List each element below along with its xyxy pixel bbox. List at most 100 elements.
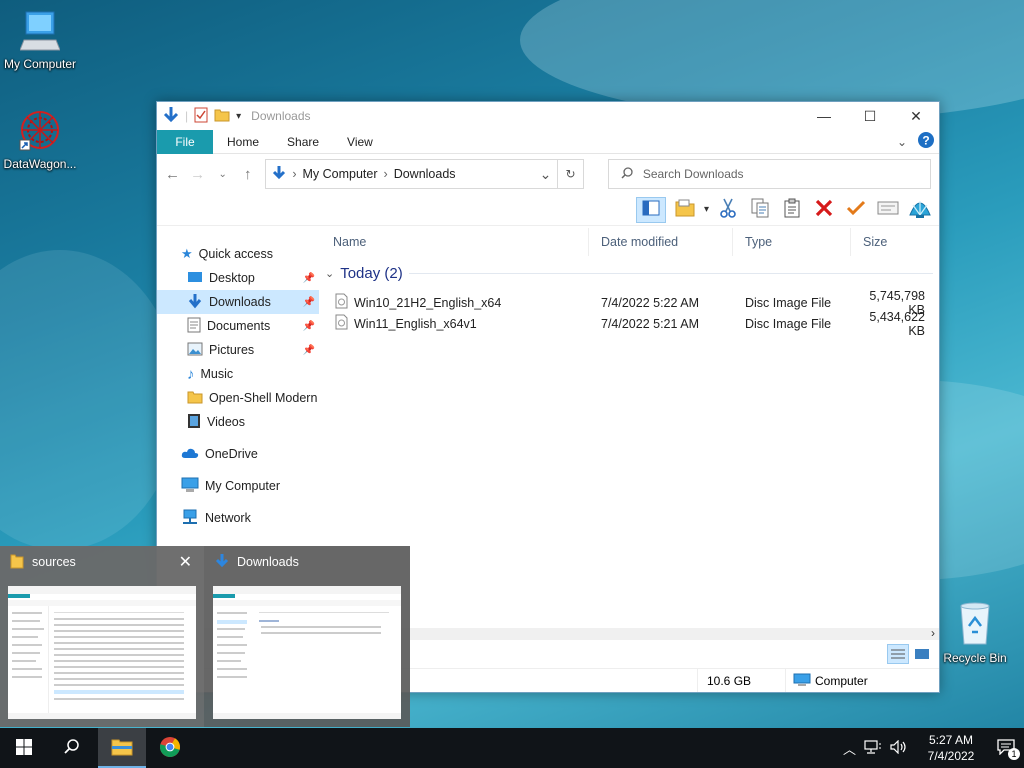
group-header-today[interactable]: ⌄ Today (2)	[321, 258, 939, 288]
status-location: Computer	[815, 673, 868, 688]
thumbnail-preview-image	[8, 586, 196, 719]
windows-logo-icon	[16, 738, 32, 758]
show-hidden-icons-chevron-icon[interactable]: ︿	[843, 739, 856, 758]
details-view-icon[interactable]	[887, 644, 909, 664]
search-icon	[621, 166, 633, 182]
clock-date: 7/4/2022	[927, 749, 975, 763]
free-space: 10.6 GB	[707, 673, 752, 688]
download-arrow-icon	[272, 165, 286, 184]
start-button[interactable]	[0, 728, 48, 768]
download-arrow-icon	[163, 106, 179, 127]
nav-quick-access[interactable]: ★ Quick access	[157, 242, 319, 266]
network-icon	[181, 509, 199, 528]
computer-icon	[181, 477, 199, 496]
tab-view[interactable]: View	[333, 130, 387, 154]
action-center-button[interactable]: 1	[994, 736, 1020, 760]
scissors-icon	[719, 198, 737, 221]
network-status-icon[interactable]	[864, 739, 882, 757]
folder-options-button[interactable]	[672, 197, 698, 223]
thumbnail-sources[interactable]: sources ✕	[0, 546, 204, 727]
breadcrumb-separator-icon: ›	[383, 167, 388, 181]
pin-icon[interactable]: 📌	[303, 297, 315, 308]
new-folder-icon[interactable]	[214, 108, 230, 125]
documents-icon	[187, 317, 201, 336]
close-icon[interactable]: ✕	[179, 552, 192, 572]
volume-icon[interactable]	[890, 739, 908, 757]
properties-icon[interactable]	[194, 107, 208, 126]
forward-arrow-icon[interactable]: →	[190, 166, 205, 183]
desktop-icon-my-computer[interactable]: My Computer	[0, 10, 80, 71]
copy-button[interactable]	[747, 197, 773, 223]
file-size: 5,434,622 KB	[869, 309, 925, 338]
seashell-icon	[908, 197, 932, 222]
videos-icon	[187, 413, 201, 432]
file-explorer-icon	[111, 738, 133, 759]
taskbar-chrome[interactable]	[146, 728, 194, 768]
back-arrow-icon[interactable]: ←	[165, 166, 180, 183]
nav-item-music[interactable]: ♪ Music	[157, 362, 319, 386]
address-history-chevron-icon[interactable]: ⌄	[540, 166, 552, 183]
address-bar[interactable]: › My Computer › Downloads ⌄	[265, 159, 559, 189]
music-note-icon: ♪	[187, 365, 195, 383]
nav-item-pictures[interactable]: Pictures 📌	[157, 338, 319, 362]
pin-icon[interactable]: 📌	[303, 273, 315, 284]
nav-my-computer[interactable]: My Computer	[157, 474, 319, 498]
email-button[interactable]	[875, 197, 901, 223]
column-header-name[interactable]: Name	[321, 228, 589, 256]
shell-settings-button[interactable]	[907, 197, 933, 223]
pin-icon[interactable]: 📌	[303, 345, 315, 356]
collapse-chevron-icon[interactable]: ⌄	[325, 267, 334, 280]
thumbnail-downloads[interactable]: Downloads	[205, 546, 409, 727]
breadcrumb-downloads[interactable]: Downloads	[394, 167, 456, 181]
tab-file[interactable]: File	[157, 129, 213, 154]
nav-label: OneDrive	[205, 447, 258, 461]
desktop-icon-datawagon[interactable]: DataWagon...	[0, 108, 80, 171]
taskbar-clock[interactable]: 5:27 AM 7/4/2022	[916, 732, 986, 764]
download-arrow-icon	[187, 293, 203, 312]
delete-button[interactable]	[811, 197, 837, 223]
search-box[interactable]: Search Downloads	[607, 159, 931, 189]
thumbnail-preview-image	[213, 586, 401, 719]
computer-icon	[0, 10, 80, 55]
minimize-button[interactable]: —	[801, 102, 847, 130]
nav-label: Videos	[207, 415, 245, 429]
nav-item-videos[interactable]: Videos	[157, 410, 319, 434]
folder-options-chevron-icon[interactable]: ▾	[704, 204, 709, 215]
up-arrow-icon[interactable]: ↑	[240, 166, 255, 183]
properties-button[interactable]	[843, 197, 869, 223]
recycle-bin-icon	[935, 600, 1015, 649]
navigation-pane-button[interactable]	[635, 196, 666, 223]
close-button[interactable]: ✕	[893, 102, 939, 130]
file-row[interactable]: Win11_English_x64v1 7/4/2022 5:21 AM Dis…	[321, 310, 939, 338]
title-bar[interactable]: | ▾ Downloads — ☐ ✕	[157, 102, 939, 130]
nav-onedrive[interactable]: OneDrive	[157, 442, 319, 466]
nav-item-downloads[interactable]: Downloads 📌	[157, 290, 319, 314]
refresh-button[interactable]: ↻	[557, 159, 584, 189]
nav-item-open-shell-modern[interactable]: Open-Shell Modern	[157, 386, 319, 410]
nav-item-documents[interactable]: Documents 📌	[157, 314, 319, 338]
taskbar-file-explorer[interactable]	[98, 728, 146, 768]
column-header-date[interactable]: Date modified	[589, 228, 733, 256]
expand-ribbon-chevron-icon[interactable]: ⌄	[897, 135, 907, 149]
wallpaper-wave	[0, 250, 180, 550]
recent-locations-chevron-icon[interactable]: ⌄	[215, 169, 230, 180]
help-icon[interactable]: ?	[917, 131, 935, 152]
tab-home[interactable]: Home	[213, 130, 273, 154]
breadcrumb-my-computer[interactable]: My Computer	[302, 167, 377, 181]
paste-button[interactable]	[779, 197, 805, 223]
notification-count-badge: 1	[1008, 748, 1020, 760]
large-icons-view-icon[interactable]	[911, 644, 933, 664]
column-header-type[interactable]: Type	[733, 228, 851, 256]
nav-item-desktop[interactable]: Desktop 📌	[157, 266, 319, 290]
nav-network[interactable]: Network	[157, 506, 319, 530]
cut-button[interactable]	[715, 197, 741, 223]
customize-qat-chevron-icon[interactable]: ▾	[236, 111, 241, 122]
maximize-button[interactable]: ☐	[847, 102, 893, 130]
file-name: Win10_21H2_English_x64	[354, 295, 502, 310]
search-button[interactable]	[48, 728, 96, 768]
tab-share[interactable]: Share	[273, 130, 333, 154]
desktop-icon-recycle-bin[interactable]: Recycle Bin	[935, 600, 1015, 665]
column-header-size[interactable]: Size	[851, 228, 931, 256]
pin-icon[interactable]: 📌	[303, 321, 315, 332]
scroll-right-arrow-icon[interactable]: ›	[931, 626, 935, 640]
